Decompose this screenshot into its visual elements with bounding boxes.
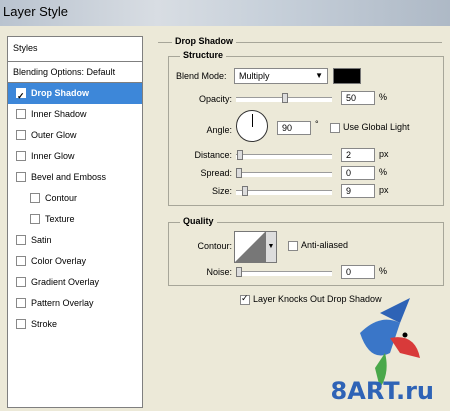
spread-label: Spread: — [200, 168, 232, 178]
watermark-text: 8ART.ru — [330, 377, 434, 405]
knockout-checkbox[interactable] — [240, 293, 250, 305]
style-item-pattern-overlay[interactable]: Pattern Overlay — [8, 293, 142, 314]
drop-shadow-title: Drop Shadow — [172, 36, 236, 46]
size-slider[interactable] — [236, 186, 332, 196]
size-unit: px — [379, 185, 389, 195]
distance-input[interactable]: 2 — [341, 148, 375, 162]
style-item-label: Outer Glow — [31, 130, 77, 140]
size-label: Size: — [211, 186, 232, 196]
size-input[interactable]: 9 — [341, 184, 375, 198]
distance-label: Distance: — [194, 150, 232, 160]
style-item-checkbox[interactable] — [16, 150, 26, 161]
angle-unit: ° — [315, 119, 319, 129]
structure-title: Structure — [180, 50, 227, 60]
style-item-checkbox[interactable] — [30, 213, 40, 224]
styles-header[interactable]: Styles — [8, 37, 142, 62]
style-item-label: Drop Shadow — [31, 88, 89, 98]
spread-unit: % — [379, 167, 388, 177]
contour-label: Contour: — [197, 241, 232, 251]
style-item-label: Contour — [45, 193, 78, 203]
style-item-checkbox[interactable] — [16, 318, 26, 329]
blend-mode-dropdown[interactable]: Multiply ▼ — [234, 68, 328, 84]
style-item-label: Inner Glow — [31, 151, 75, 161]
style-item-checkbox[interactable] — [16, 255, 26, 266]
style-item-label: Pattern Overlay — [31, 298, 94, 308]
angle-dial[interactable] — [236, 110, 268, 142]
noise-slider[interactable] — [236, 267, 332, 277]
style-list: Drop Shadow Inner Shadow Outer Glow Inner G… — [8, 83, 142, 335]
spread-slider-thumb[interactable] — [236, 168, 242, 178]
style-item-label: Bevel and Emboss — [31, 172, 107, 182]
spread-slider[interactable] — [236, 168, 332, 178]
distance-slider-thumb[interactable] — [237, 150, 243, 160]
anti-aliased-label: Anti-aliased — [301, 240, 349, 250]
opacity-slider-thumb[interactable] — [282, 93, 288, 103]
style-item-checkbox[interactable] — [16, 171, 26, 182]
style-item-label: Texture — [45, 214, 75, 224]
style-item-checkbox[interactable] — [16, 276, 26, 287]
style-item-label: Stroke — [31, 319, 58, 329]
opacity-label: Opacity: — [198, 94, 232, 104]
anti-aliased-checkbox[interactable] — [288, 241, 298, 251]
window-title: Layer Style — [3, 4, 69, 19]
noise-label: Noise: — [206, 267, 232, 277]
chevron-down-icon: ▼ — [267, 243, 275, 250]
style-item-label: Inner Shadow — [31, 109, 87, 119]
style-item-inner-glow[interactable]: Inner Glow — [8, 146, 142, 167]
styles-panel: Styles Blending Options: Default Drop Sh… — [7, 36, 143, 408]
blend-mode-value: Multiply — [239, 71, 270, 81]
quality-title: Quality — [180, 216, 217, 226]
noise-slider-thumb[interactable] — [236, 267, 242, 277]
distance-unit: px — [379, 149, 389, 159]
distance-slider[interactable] — [236, 150, 332, 160]
angle-input[interactable]: 90 — [277, 121, 311, 135]
spread-input[interactable]: 0 — [341, 166, 375, 180]
angle-dial-needle — [252, 114, 253, 127]
style-item-bevel-and-emboss[interactable]: Bevel and Emboss — [8, 167, 142, 188]
style-item-checkbox[interactable] — [16, 129, 26, 140]
shadow-color-swatch[interactable] — [333, 68, 361, 84]
use-global-light-checkbox[interactable] — [330, 123, 340, 133]
style-item-gradient-overlay[interactable]: Gradient Overlay — [8, 272, 142, 293]
style-item-color-overlay[interactable]: Color Overlay — [8, 251, 142, 272]
use-global-light-label: Use Global Light — [343, 122, 410, 132]
size-slider-thumb[interactable] — [242, 186, 248, 196]
style-item-contour[interactable]: Contour — [8, 188, 142, 209]
opacity-input[interactable]: 50 — [341, 91, 375, 105]
blend-mode-label: Blend Mode: — [176, 71, 227, 81]
contour-curve-icon — [235, 232, 265, 262]
title-bar: Layer Style — [0, 0, 450, 26]
contour-preview[interactable] — [234, 231, 266, 263]
style-item-outer-glow[interactable]: Outer Glow — [8, 125, 142, 146]
style-item-label: Color Overlay — [31, 256, 87, 266]
angle-label: Angle: — [206, 125, 232, 135]
style-item-stroke[interactable]: Stroke — [8, 314, 142, 335]
noise-input[interactable]: 0 — [341, 265, 375, 279]
style-item-checkbox[interactable] — [16, 234, 26, 245]
style-item-checkbox[interactable] — [16, 86, 26, 107]
blending-options-item[interactable]: Blending Options: Default — [8, 62, 142, 83]
style-item-texture[interactable]: Texture — [8, 209, 142, 230]
chevron-down-icon: ▼ — [315, 71, 323, 80]
style-item-inner-shadow[interactable]: Inner Shadow — [8, 104, 142, 125]
style-item-drop-shadow[interactable]: Drop Shadow — [8, 83, 142, 107]
opacity-unit: % — [379, 92, 388, 102]
contour-dropdown[interactable]: ▼ — [265, 231, 277, 263]
style-item-label: Satin — [31, 235, 52, 245]
style-item-label: Gradient Overlay — [31, 277, 100, 287]
style-item-checkbox[interactable] — [16, 297, 26, 308]
style-item-checkbox[interactable] — [30, 192, 40, 203]
noise-unit: % — [379, 266, 388, 276]
style-item-checkbox[interactable] — [16, 108, 26, 119]
opacity-slider[interactable] — [236, 93, 332, 103]
style-item-satin[interactable]: Satin — [8, 230, 142, 251]
